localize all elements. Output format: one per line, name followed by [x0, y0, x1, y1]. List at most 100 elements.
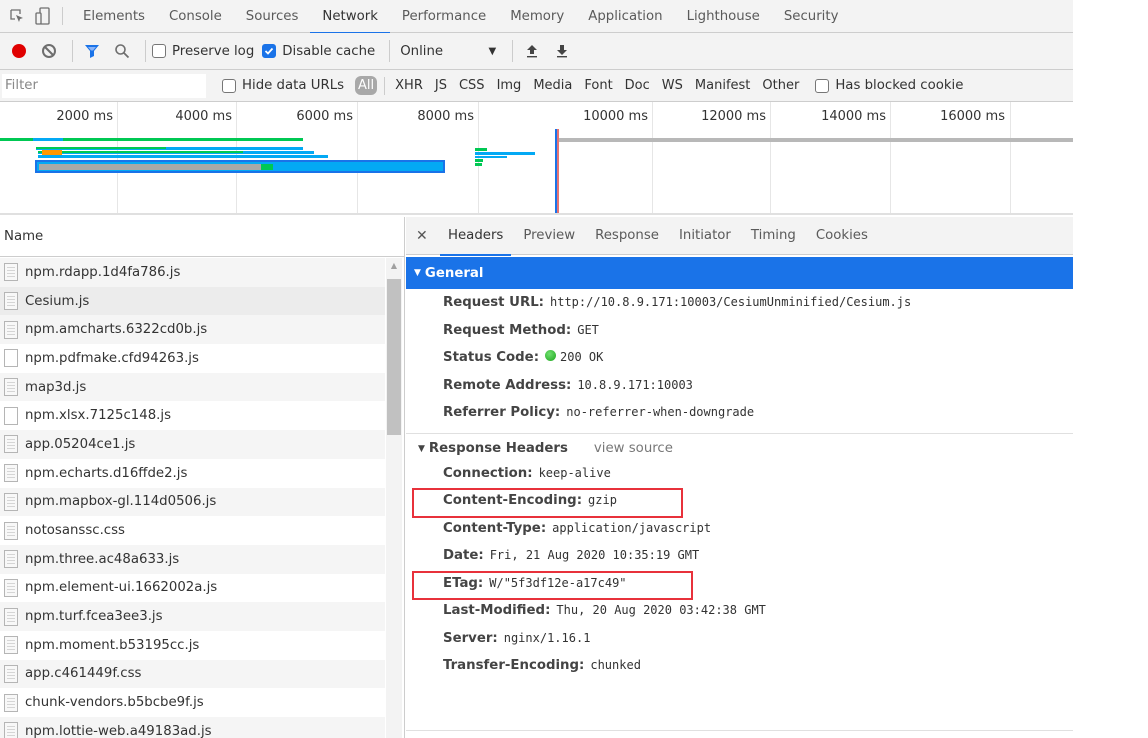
tab-application[interactable]: Application — [576, 0, 674, 33]
request-row[interactable]: npm.mapbox-gl.114d0506.js — [0, 487, 385, 517]
import-har-button[interactable] — [519, 38, 545, 64]
response-headers-title: Response Headers — [428, 441, 568, 456]
header-key: Content-Type: — [443, 520, 547, 536]
request-row[interactable]: npm.element-ui.1662002a.js — [0, 573, 385, 603]
tab-response[interactable]: Response — [585, 217, 669, 255]
type-filter-all[interactable]: All — [355, 76, 378, 95]
column-header-name[interactable]: Name — [0, 217, 404, 257]
request-name: npm.echarts.d16ffde2.js — [25, 465, 188, 481]
request-row[interactable]: npm.moment.b53195cc.js — [0, 630, 385, 660]
request-row[interactable]: npm.lottie-web.a49183ad.js — [0, 717, 385, 738]
expand-triangle-icon: ▼ — [414, 268, 421, 278]
tab-elements[interactable]: Elements — [71, 0, 157, 33]
general-section-header[interactable]: ▼ General — [406, 257, 1073, 289]
type-filter-other[interactable]: Other — [756, 76, 805, 95]
checkbox-box[interactable] — [152, 44, 166, 58]
device-toolbar-icon[interactable] — [30, 0, 56, 33]
header-field: Remote Address: 10.8.9.171:10003 — [406, 372, 1073, 400]
filter-toggle-button[interactable] — [79, 38, 105, 64]
scroll-up-icon[interactable]: ▲ — [386, 258, 402, 272]
tab-console[interactable]: Console — [157, 0, 234, 33]
request-row[interactable]: npm.turf.fcea3ee3.js — [0, 602, 385, 631]
disable-cache-checkbox[interactable]: Disable cache — [262, 44, 375, 59]
waterfall-bar — [475, 163, 482, 166]
type-filter-xhr[interactable]: XHR — [389, 76, 429, 95]
record-button[interactable] — [6, 38, 32, 64]
tab-preview[interactable]: Preview — [513, 217, 585, 255]
throttling-select[interactable]: Online ▼ — [396, 44, 506, 59]
tab-memory[interactable]: Memory — [498, 0, 576, 33]
clear-button[interactable] — [36, 38, 62, 64]
checkbox-box[interactable] — [222, 78, 236, 93]
request-row[interactable]: map3d.js — [0, 372, 385, 402]
tab-initiator[interactable]: Initiator — [669, 217, 741, 255]
general-fields: Request URL: http://10.8.9.171:10003/Cesi… — [406, 289, 1073, 427]
waterfall-bar — [475, 159, 483, 162]
request-name: chunk-vendors.b5bcbe9f.js — [25, 695, 204, 711]
request-row[interactable]: npm.rdapp.1d4fa786.js — [0, 258, 385, 287]
request-name: npm.pdfmake.cfd94263.js — [25, 350, 199, 366]
request-row[interactable]: chunk-vendors.b5bcbe9f.js — [0, 688, 385, 717]
request-name: Cesium.js — [25, 293, 90, 309]
filter-input[interactable]: Filter — [2, 73, 206, 98]
type-filter-img[interactable]: Img — [491, 76, 528, 95]
timeline-cursor — [555, 138, 1073, 142]
request-row[interactable]: app.c461449f.css — [0, 659, 385, 689]
waterfall-bar — [38, 155, 328, 158]
request-row[interactable]: npm.echarts.d16ffde2.js — [0, 458, 385, 488]
request-list: Name npm.rdapp.1d4fa786.js Cesium.js npm.a… — [0, 217, 405, 738]
type-filter-manifest[interactable]: Manifest — [689, 76, 756, 95]
close-icon[interactable]: ✕ — [416, 228, 434, 244]
request-row[interactable]: notosanssc.css — [0, 516, 385, 545]
hide-data-urls-checkbox[interactable]: Hide data URLs — [222, 78, 344, 93]
request-row[interactable]: npm.three.ac48a633.js — [0, 544, 385, 574]
checkbox-box[interactable] — [815, 78, 830, 93]
network-overview-timeline[interactable]: 2000 ms 4000 ms 6000 ms 8000 ms 10000 ms… — [0, 102, 1073, 215]
tab-security[interactable]: Security — [772, 0, 851, 33]
header-value: application/javascript — [552, 520, 712, 535]
general-title: General — [424, 265, 484, 281]
inspect-element-icon[interactable] — [4, 0, 30, 33]
devtools-panel: Elements Console Sources Network Perform… — [0, 0, 1073, 738]
type-filter-js[interactable]: JS — [429, 76, 453, 95]
export-har-button[interactable] — [549, 38, 575, 64]
preserve-log-checkbox[interactable]: Preserve log — [152, 44, 254, 59]
type-filter-media[interactable]: Media — [527, 76, 578, 95]
divider — [384, 76, 386, 95]
tab-headers[interactable]: Headers — [438, 217, 513, 256]
request-row[interactable]: npm.amcharts.6322cd0b.js — [0, 315, 385, 345]
tab-performance[interactable]: Performance — [390, 0, 498, 33]
request-row[interactable]: Cesium.js — [0, 286, 385, 316]
script-file-icon — [4, 607, 18, 626]
clear-icon — [42, 44, 56, 58]
waterfall-bar — [475, 156, 507, 158]
request-name: npm.mapbox-gl.114d0506.js — [25, 494, 217, 510]
tab-network[interactable]: Network — [310, 0, 390, 34]
header-key: Status Code: — [443, 350, 540, 365]
request-name: npm.moment.b53195cc.js — [25, 637, 200, 653]
divider — [145, 40, 146, 62]
request-list-scrollbar[interactable]: ▲ — [386, 258, 402, 738]
type-filter-font[interactable]: Font — [578, 76, 618, 95]
search-button[interactable] — [109, 38, 135, 64]
scrollbar-thumb[interactable] — [387, 279, 401, 435]
type-filter-doc[interactable]: Doc — [619, 76, 656, 95]
details-tabbar: ✕ Headers Preview Response Initiator Tim… — [406, 217, 1073, 256]
header-field: Request URL: http://10.8.9.171:10003/Cesi… — [406, 289, 1073, 317]
type-filter-ws[interactable]: WS — [656, 76, 689, 95]
tab-sources[interactable]: Sources — [234, 0, 311, 33]
view-source-link[interactable]: view source — [594, 441, 673, 456]
type-filter-css[interactable]: CSS — [453, 76, 491, 95]
tab-cookies[interactable]: Cookies — [806, 217, 878, 255]
request-row[interactable]: app.05204ce1.js — [0, 430, 385, 459]
script-file-icon — [4, 378, 18, 397]
tab-lighthouse[interactable]: Lighthouse — [675, 0, 772, 33]
has-blocked-cookies-checkbox[interactable]: Has blocked cookie — [815, 78, 963, 93]
header-field: Connection: keep-alive — [406, 460, 1073, 488]
request-name: npm.element-ui.1662002a.js — [25, 580, 218, 596]
request-row[interactable]: npm.xlsx.7125c148.js — [0, 401, 385, 431]
checkbox-box[interactable] — [262, 44, 277, 58]
header-value: nginx/1.16.1 — [503, 630, 591, 645]
tab-timing[interactable]: Timing — [741, 217, 806, 255]
request-row[interactable]: npm.pdfmake.cfd94263.js — [0, 344, 385, 373]
